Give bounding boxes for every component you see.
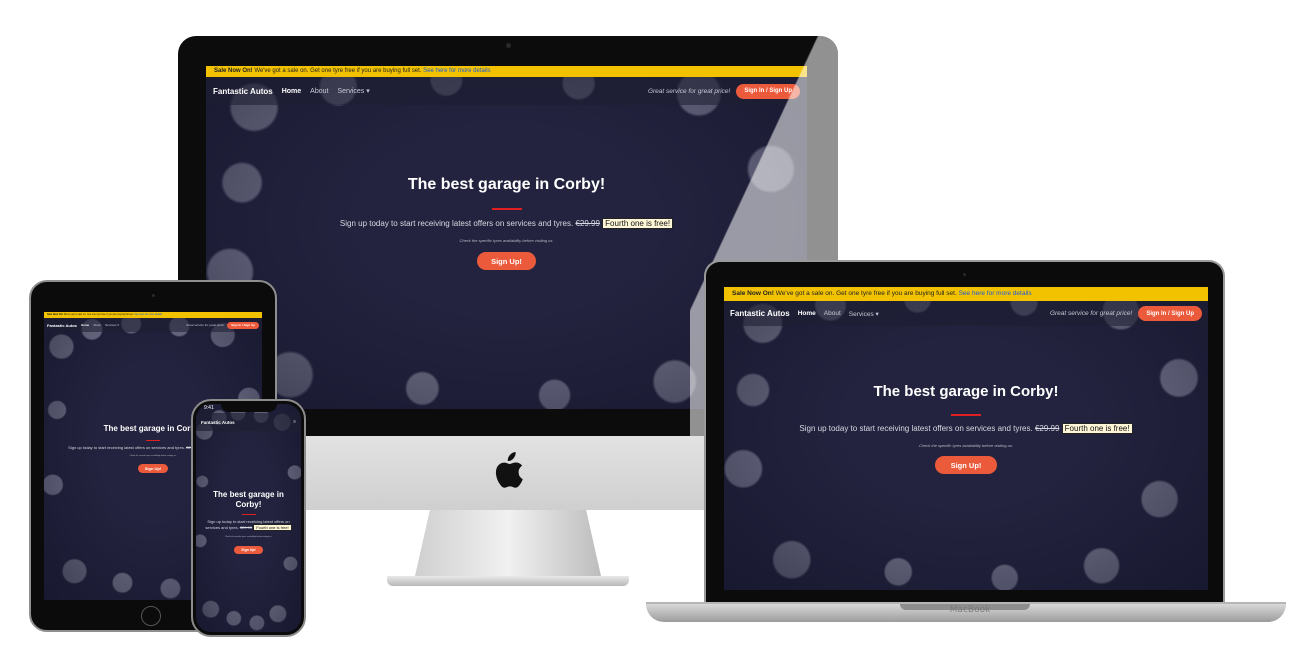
sale-details-link[interactable]: See here for more details — [423, 68, 490, 74]
hero-title: The best garage in Corby! — [213, 490, 284, 509]
signin-button[interactable]: Sign In / Sign Up — [1138, 306, 1202, 321]
macbook-label: MacBook — [949, 605, 991, 615]
nav-about[interactable]: About — [310, 88, 328, 95]
nav-services-label: Services — [848, 310, 874, 318]
nav-services-label: Services — [105, 323, 117, 327]
hero-note: Check the specific tyres availability be… — [459, 238, 554, 243]
hero-free-badge: Fourth one is free! — [602, 218, 674, 229]
macbook-camera — [963, 273, 966, 276]
ipad-camera — [152, 294, 155, 297]
sale-banner: Sale Now On! We've got a sale on. Get on… — [206, 66, 807, 77]
nav-about[interactable]: About — [824, 310, 841, 317]
hero-old-price: €29.99 — [239, 524, 253, 530]
nav-services[interactable]: Services ▾ — [849, 310, 879, 318]
hero-lead: Sign up today to start receiving latest … — [724, 423, 1208, 434]
signin-button[interactable]: Sign In / Sign Up — [227, 321, 259, 329]
hero: The best garage in Corby! Sign up today … — [206, 176, 807, 270]
navbar: Fantastic Autos ≡ — [196, 413, 301, 431]
hero-lead-text: Sign up today to start receiving latest … — [68, 445, 185, 450]
imac-stand — [415, 510, 601, 576]
hero-note: Check the specific tyres availability be… — [224, 536, 273, 538]
hero-note: Check the specific tyres availability be… — [918, 443, 1014, 448]
hero: The best garage in Corby! Sign up today … — [196, 490, 301, 556]
hero-divider — [146, 440, 160, 441]
navbar: Fantastic Autos Home About Services ▾ Gr… — [206, 77, 807, 105]
sale-details-link[interactable]: See here for more details — [959, 290, 1032, 297]
sale-banner: Sale Now On! We've got a sale on. Get on… — [724, 287, 1208, 301]
cta-signup-button[interactable]: Sign Up! — [234, 546, 263, 554]
sale-text: We've got a sale on. Get one tyre free i… — [775, 290, 957, 297]
nav-home[interactable]: Home — [798, 310, 816, 317]
brand-logo[interactable]: Fantastic Autos — [213, 87, 273, 96]
nav-home[interactable]: Home — [81, 323, 89, 327]
cta-signup-button[interactable]: Sign Up! — [477, 252, 536, 270]
navbar: Fantastic Autos Home About Services ▾ Gr… — [44, 318, 262, 332]
tagline: Great service for great price! — [186, 323, 225, 327]
cta-signup-button[interactable]: Sign Up! — [137, 464, 169, 473]
iphone-status-time: 9:41 — [204, 405, 214, 411]
brand-logo[interactable]: Fantastic Autos — [47, 323, 77, 328]
tagline: Great service for great price! — [647, 87, 731, 95]
sale-label: Sale Now On! — [214, 68, 253, 74]
macbook-screen: Sale Now On! We've got a sale on. Get on… — [724, 287, 1208, 590]
brand-logo[interactable]: Fantastic Autos — [730, 309, 790, 318]
hero-lead-text: Sign up today to start receiving latest … — [799, 424, 1033, 433]
sale-details-link[interactable]: See here for more details — [134, 313, 162, 316]
chevron-down-icon: ▾ — [875, 310, 879, 318]
sale-label: Sale Now On! — [47, 313, 64, 316]
sale-text: We've got a sale on. Get one tyre free i… — [254, 68, 422, 74]
sale-text: We've got a sale on. Get one tyre free i… — [63, 313, 134, 316]
apple-logo-icon — [495, 452, 523, 488]
hero-divider — [241, 514, 256, 515]
brand-logo[interactable]: Fantastic Autos — [201, 420, 235, 425]
nav-about[interactable]: About — [93, 323, 101, 327]
hero-old-price: €29.99 — [1034, 424, 1060, 433]
hero-lead-text: Sign up today to start receiving latest … — [339, 219, 574, 228]
signin-button[interactable]: Sign In / Sign Up — [736, 83, 800, 99]
hero-title: The best garage in Corby! — [873, 383, 1059, 400]
hero-free-badge: Fourth one is free! — [1061, 423, 1133, 434]
chevron-down-icon: ▾ — [117, 323, 119, 327]
hero: The best garage in Corby! Sign up today … — [724, 383, 1208, 474]
hero-divider — [491, 208, 522, 210]
nav-services-label: Services — [337, 88, 365, 95]
nav-services[interactable]: Services ▾ — [105, 323, 119, 327]
tagline: Great service for great price! — [1049, 310, 1133, 317]
cta-signup-button[interactable]: Sign Up! — [934, 456, 998, 474]
nav-home[interactable]: Home — [282, 88, 301, 95]
hero-free-badge: Fourth one is free! — [253, 523, 292, 531]
hero-divider — [951, 414, 981, 416]
imac-camera — [506, 43, 511, 48]
imac-foot — [387, 576, 629, 586]
hero-lead: Sign up today to start receiving latest … — [206, 218, 807, 229]
hamburger-icon[interactable]: ≡ — [293, 419, 296, 425]
hero-lead: Sign up today to start receiving latest … — [202, 519, 295, 531]
navbar: Fantastic Autos Home About Services ▾ Gr… — [724, 301, 1208, 326]
iphone-screen: Fantastic Autos ≡ The best garage in Cor… — [196, 404, 301, 632]
nav-services[interactable]: Services ▾ — [337, 87, 369, 95]
chevron-down-icon: ▾ — [366, 88, 370, 95]
ipad-home-button[interactable] — [141, 606, 161, 626]
hero-title: The best garage in Corby! — [407, 176, 606, 193]
hero-old-price: €29.99 — [575, 219, 600, 228]
sale-label: Sale Now On! — [732, 290, 774, 297]
iphone-notch — [221, 403, 277, 412]
